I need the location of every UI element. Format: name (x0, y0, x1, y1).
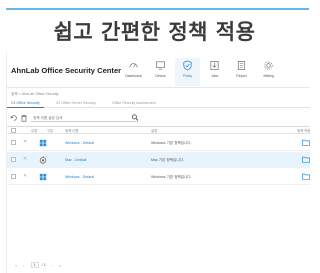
col-policy-name[interactable]: 정책 이름 (65, 128, 78, 133)
app-title: AhnLab Office Security Center (11, 66, 122, 75)
app-header: AhnLab Office Security Center Dashboard … (7, 52, 310, 88)
policy-name-link[interactable]: Mac - Default (65, 158, 86, 162)
monitor-icon (156, 61, 165, 70)
first-page-button[interactable]: « (15, 263, 17, 268)
nav-report[interactable]: Report (229, 58, 254, 86)
nav-device-label: Device (155, 74, 166, 78)
nav-jobs[interactable]: Jobs (202, 58, 227, 86)
folder-icon[interactable] (302, 139, 310, 146)
row-checkbox[interactable] (11, 174, 16, 179)
nav-policy[interactable]: Policy (175, 58, 200, 86)
prev-page-button[interactable]: ‹ (23, 263, 24, 268)
col-description[interactable]: 설명 (151, 128, 157, 133)
toolbar (7, 113, 310, 123)
search-input[interactable] (31, 114, 138, 122)
last-page-button[interactable]: » (59, 263, 61, 268)
windows-icon (39, 173, 47, 181)
tab-v3-office-security[interactable]: V3 Office Security (7, 99, 44, 108)
download-icon (210, 61, 219, 70)
tab-office-security-assessment[interactable]: Office Security Assessment (108, 99, 160, 108)
gear-icon (264, 61, 273, 70)
nav-dashboard-label: Dashboard (125, 74, 142, 78)
table-row[interactable]: ✕ Windows - Default Windows 기본 정책입니다. (7, 169, 310, 185)
nav-jobs-label: Jobs (210, 74, 219, 78)
folder-icon[interactable] (302, 173, 310, 180)
search-icon[interactable] (131, 113, 139, 122)
col-apply[interactable]: 정책 적용 (297, 128, 310, 133)
windows-icon (39, 139, 47, 147)
policy-name-link[interactable]: Windows - Default (65, 141, 94, 145)
top-nav: Dashboard Device Policy Jobs Report Sett… (121, 58, 283, 86)
folder-icon[interactable] (302, 156, 310, 163)
shield-check-icon (183, 60, 192, 71)
row-pin-marker: ✕ (23, 139, 28, 145)
select-all-checkbox[interactable] (11, 128, 16, 133)
delete-icon[interactable] (20, 114, 28, 122)
table-header: 유형 구분 정책 이름 설명 정책 적용 (7, 126, 310, 134)
row-checkbox[interactable] (11, 140, 16, 145)
policy-name-link[interactable]: Windows - Default (65, 175, 94, 179)
add-icon[interactable] (10, 114, 18, 122)
gauge-icon (129, 63, 138, 68)
row-pin-marker: ✕ (23, 173, 28, 179)
page-total: / 1 (41, 263, 46, 267)
breadcrumb: 정책 > AhnLab Office Security (11, 92, 59, 96)
policy-description: Windows 기본 정책입니다. (151, 141, 192, 145)
top-accent-bar (6, 8, 309, 10)
pagination: « ‹ / 1 › » (15, 262, 67, 268)
table-row[interactable]: ✕ Mac - Default Mac 기본 정책입니다. (7, 152, 310, 168)
page-headline: 쉽고 간편한 정책 적용 (53, 20, 256, 44)
row-checkbox[interactable] (11, 157, 16, 162)
policy-tabs: V3 Office Security V3 Office Server Secu… (7, 99, 310, 108)
col-category[interactable]: 구분 (47, 128, 53, 133)
app-window: AhnLab Office Security Center Dashboard … (6, 52, 310, 273)
policy-description: Windows 기본 정책입니다. (151, 175, 192, 179)
table-row[interactable]: ✕ Windows - Default Windows 기본 정책입니다. (7, 135, 310, 151)
nav-dashboard[interactable]: Dashboard (121, 58, 146, 86)
nav-setting[interactable]: Setting (256, 58, 281, 86)
apple-icon (39, 156, 47, 164)
nav-policy-label: Policy (182, 74, 193, 78)
col-type[interactable]: 유형 (31, 128, 37, 133)
nav-report-label: Report (236, 74, 247, 78)
page-number-input[interactable] (30, 262, 39, 268)
nav-setting-label: Setting (263, 74, 274, 78)
report-icon (237, 61, 246, 70)
tab-v3-office-server-security[interactable]: V3 Office Server Security (52, 99, 100, 108)
next-page-button[interactable]: › (52, 263, 53, 268)
nav-device[interactable]: Device (148, 58, 173, 86)
row-pin-marker: ✕ (23, 156, 28, 162)
policy-description: Mac 기본 정책입니다. (151, 158, 184, 162)
